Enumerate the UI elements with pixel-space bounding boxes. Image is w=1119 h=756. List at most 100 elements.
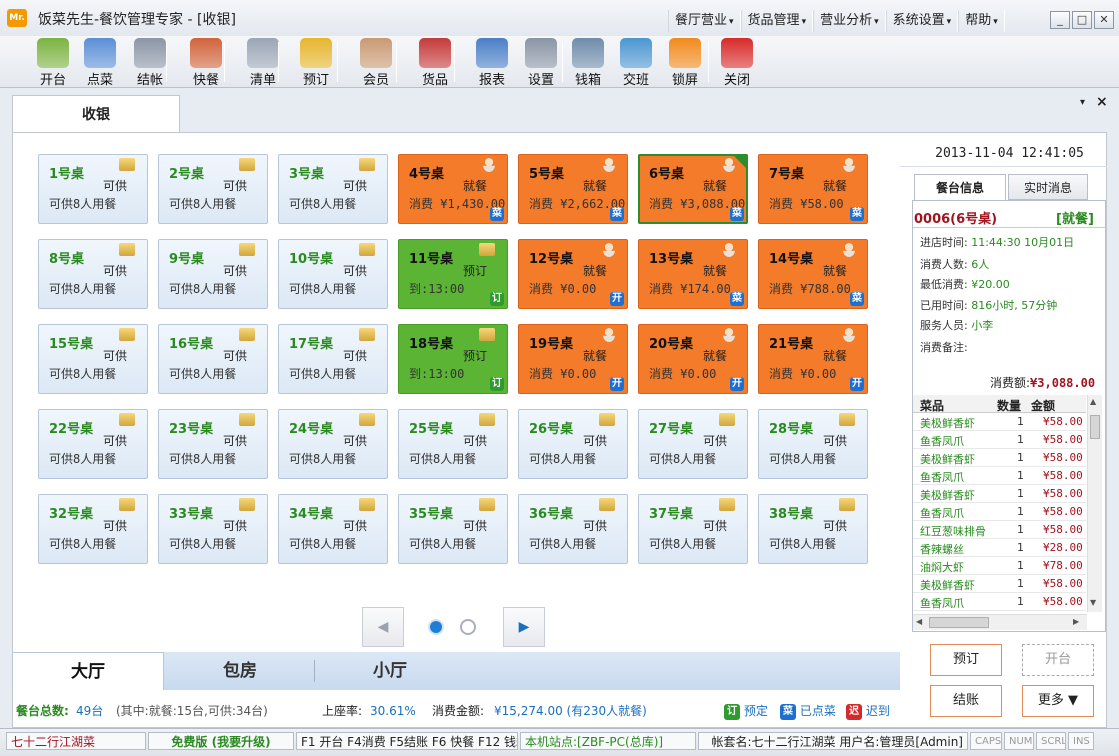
toolbar-button-4[interactable]: 清单 [238,36,288,88]
toolbar-button-6[interactable]: 会员 [351,36,401,88]
scroll-up-icon[interactable]: ▲ [1090,397,1096,406]
menu-system-settings[interactable]: 系统设置 [885,10,959,32]
table-card[interactable]: 16号桌 可供 可供8人用餐 [158,324,268,394]
table-card[interactable]: 34号桌 可供 可供8人用餐 [278,494,388,564]
table-card[interactable]: 12号桌 就餐 消费 ¥0.00 开 [518,239,628,309]
scroll-right-icon[interactable]: ▶ [1073,617,1079,626]
toolbar-button-11[interactable]: 交班 [611,36,661,88]
order-row[interactable]: 美极鲜香虾 1 ¥58.00 [913,413,1086,431]
page-prev-button[interactable]: ◀ [362,607,404,647]
table-card[interactable]: 19号桌 就餐 消费 ¥0.00 开 [518,324,628,394]
tab-hall[interactable]: 大厅 [12,652,164,690]
table-card[interactable]: 28号桌 可供 可供8人用餐 [758,409,868,479]
table-card[interactable]: 23号桌 可供 可供8人用餐 [158,409,268,479]
page-next-button[interactable]: ▶ [503,607,545,647]
table-card[interactable]: 3号桌 可供 可供8人用餐 [278,154,388,224]
tab-cashier[interactable]: 收银 [12,95,180,133]
table-card[interactable]: 37号桌 可供 可供8人用餐 [638,494,748,564]
order-row[interactable]: 美极鲜香虾 1 ¥58.00 [913,485,1086,503]
order-list-vertical-scrollbar[interactable]: ▲ ▼ [1087,395,1102,612]
tab-small-hall[interactable]: 小厅 [314,652,466,690]
table-card[interactable]: 22号桌 可供 可供8人用餐 [38,409,148,479]
open-table-button[interactable]: 开台 [1022,644,1094,676]
toolbar-button-7[interactable]: 货品 [410,36,460,88]
table-card[interactable]: 24号桌 可供 可供8人用餐 [278,409,388,479]
order-row[interactable]: 鱼香凤爪 1 ¥58.00 [913,467,1086,485]
order-row[interactable]: 鱼香凤爪 1 ¥58.00 [913,503,1086,521]
toolbar-button-10[interactable]: 钱箱 [563,36,613,88]
table-status: 就餐 [702,349,727,363]
table-card[interactable]: 2号桌 可供 可供8人用餐 [158,154,268,224]
scroll-thumb[interactable] [929,617,989,628]
page-dot-active[interactable] [428,619,444,635]
table-card[interactable]: 6号桌 就餐 消费 ¥3,088.00 菜 [638,154,748,224]
toolbar-separator [337,42,338,82]
order-row[interactable]: 鱼香凤爪 1 ¥58.00 [913,593,1086,611]
table-card[interactable]: 15号桌 可供 可供8人用餐 [38,324,148,394]
toolbar-button-0[interactable]: 开台 [28,36,78,88]
table-card[interactable]: 35号桌 可供 可供8人用餐 [398,494,508,564]
tab-private-room[interactable]: 包房 [164,652,316,690]
table-card[interactable]: 7号桌 就餐 消费 ¥58.00 菜 [758,154,868,224]
table-card[interactable]: 11号桌 预订 到:13:00 订 [398,239,508,309]
order-row[interactable]: 香辣螺丝 1 ¥28.00 [913,539,1086,557]
column-qty[interactable]: 数量 [997,397,1021,414]
dropdown-arrow-icon[interactable]: ▾ [1080,97,1085,108]
tab-realtime-messages[interactable]: 实时消息 [1008,174,1088,200]
toolbar-button-1[interactable]: 点菜 [75,36,125,88]
table-card[interactable]: 5号桌 就餐 消费 ¥2,662.00 菜 [518,154,628,224]
table-card[interactable]: 33号桌 可供 可供8人用餐 [158,494,268,564]
toolbar-button-8[interactable]: 报表 [467,36,517,88]
table-card[interactable]: 38号桌 可供 可供8人用餐 [758,494,868,564]
order-row[interactable]: 油焖大虾 1 ¥78.00 [913,557,1086,575]
table-card[interactable]: 27号桌 可供 可供8人用餐 [638,409,748,479]
table-card[interactable]: 26号桌 可供 可供8人用餐 [518,409,628,479]
column-dish[interactable]: 菜品 [920,397,944,414]
toolbar-button-5[interactable]: 预订 [291,36,341,88]
minimize-button[interactable]: _ [1050,11,1070,29]
menu-business-analysis[interactable]: 营业分析 [813,10,886,32]
tab-table-info[interactable]: 餐台信息 [914,174,1006,200]
occupancy-value: 30.61% [370,704,416,718]
table-card[interactable]: 21号桌 就餐 消费 ¥0.00 开 [758,324,868,394]
table-card[interactable]: 36号桌 可供 可供8人用餐 [518,494,628,564]
menu-restaurant-business[interactable]: 餐厅营业 [668,10,741,32]
table-card[interactable]: 10号桌 可供 可供8人用餐 [278,239,388,309]
toolbar-button-9[interactable]: 设置 [516,36,566,88]
table-card[interactable]: 4号桌 就餐 消费 ¥1,430.00 菜 [398,154,508,224]
toolbar-button-13[interactable]: 关闭 [712,36,762,88]
scroll-down-icon[interactable]: ▼ [1090,598,1096,607]
table-card[interactable]: 8号桌 可供 可供8人用餐 [38,239,148,309]
menu-goods-management[interactable]: 货品管理 [740,10,814,32]
table-card[interactable]: 14号桌 就餐 消费 ¥788.00 菜 [758,239,868,309]
table-card[interactable]: 20号桌 就餐 消费 ¥0.00 开 [638,324,748,394]
table-card[interactable]: 9号桌 可供 可供8人用餐 [158,239,268,309]
table-card[interactable]: 25号桌 可供 可供8人用餐 [398,409,508,479]
checkout-button[interactable]: 结账 [930,685,1002,717]
more-button[interactable]: 更多 ▼ [1022,685,1094,717]
close-window-button[interactable]: ✕ [1094,11,1114,29]
dish-name: 美极鲜香虾 [920,489,975,502]
order-row[interactable]: 美极鲜香虾 1 ¥58.00 [913,575,1086,593]
scroll-left-icon[interactable]: ◀ [916,617,922,626]
menu-help[interactable]: 帮助 [958,10,1005,32]
order-row[interactable]: 红豆葱味排骨 1 ¥58.00 [913,521,1086,539]
column-amount[interactable]: 金额 [1031,397,1055,414]
order-row[interactable]: 鱼香凤爪 1 ¥58.00 [913,431,1086,449]
page-dot[interactable] [460,619,476,635]
order-row[interactable]: 美极鲜香虾 1 ¥58.00 [913,449,1086,467]
table-card[interactable]: 17号桌 可供 可供8人用餐 [278,324,388,394]
table-card[interactable]: 32号桌 可供 可供8人用餐 [38,494,148,564]
reserve-button[interactable]: 预订 [930,644,1002,676]
maximize-button[interactable]: □ [1072,11,1092,29]
table-card[interactable]: 1号桌 可供 可供8人用餐 [38,154,148,224]
close-tab-icon[interactable]: × [1096,94,1108,110]
table-card[interactable]: 13号桌 就餐 消费 ¥174.00 菜 [638,239,748,309]
table-name: 21号桌 [769,337,814,352]
toolbar-button-2[interactable]: 结帐 [125,36,175,88]
table-card[interactable]: 18号桌 预订 到:13:00 订 [398,324,508,394]
toolbar-button-12[interactable]: 锁屏 [660,36,710,88]
order-list-horizontal-scrollbar[interactable]: ◀ ▶ [913,614,1087,630]
scroll-thumb[interactable] [1090,415,1100,439]
status-edition[interactable]: 免费版 (我要升级) [148,732,294,750]
